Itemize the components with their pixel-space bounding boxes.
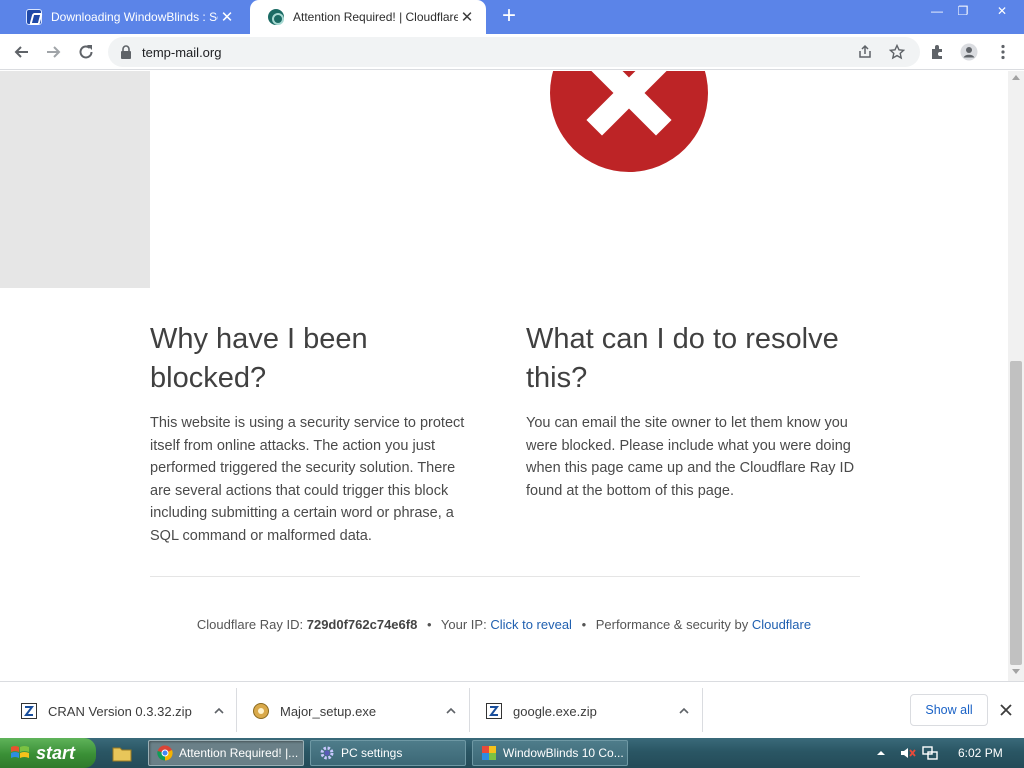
zip-file-icon — [486, 703, 502, 719]
footer-separator: • — [581, 617, 587, 632]
back-button[interactable] — [9, 39, 35, 65]
why-blocked-heading: Why have I been blocked? — [150, 323, 368, 394]
resolve-heading: What can I do to resolve this? — [526, 323, 839, 394]
vertical-scrollbar[interactable] — [1008, 71, 1024, 681]
stardock-favicon-icon — [26, 9, 42, 25]
chevron-up-icon[interactable] — [212, 704, 226, 718]
taskbar-item-pc-settings[interactable]: PC settings — [310, 740, 466, 766]
tab-title: Downloading WindowBlinds : Sc — [51, 10, 218, 24]
close-shelf-icon[interactable] — [996, 700, 1016, 720]
profile-icon[interactable] — [960, 43, 978, 61]
close-window-button[interactable]: ✕ — [980, 0, 1024, 22]
url-text[interactable]: temp-mail.org — [142, 45, 221, 60]
restore-window-button[interactable]: ❐ — [946, 0, 980, 22]
tab-close-icon[interactable]: ✕ — [458, 8, 476, 26]
download-item[interactable]: CRAN Version 0.3.32.zip — [20, 690, 226, 732]
task-label: PC settings — [341, 746, 403, 760]
reload-button[interactable] — [73, 39, 99, 65]
zip-file-icon — [21, 703, 37, 719]
taskbar-item-chrome[interactable]: Attention Required! |... — [148, 740, 304, 766]
forward-icon — [47, 46, 61, 58]
extensions-icon[interactable] — [929, 43, 947, 61]
download-separator — [702, 688, 703, 732]
screenshot-placeholder — [0, 71, 150, 288]
tab-close-icon[interactable]: ✕ — [218, 8, 236, 26]
setup-installer-icon — [253, 703, 269, 719]
scroll-thumb[interactable] — [1010, 361, 1022, 665]
ray-id-value: 729d0f762c74e6f8 — [306, 617, 418, 632]
cloudflare-favicon-icon — [268, 9, 284, 25]
chevron-up-icon[interactable] — [677, 704, 691, 718]
download-item[interactable]: google.exe.zip — [485, 690, 691, 732]
your-ip-label: Your IP: — [440, 617, 487, 632]
tab-strip: Downloading WindowBlinds : Sc ✕ Attentio… — [0, 0, 1024, 34]
scroll-up-arrow-icon[interactable] — [1012, 75, 1020, 80]
download-filename: google.exe.zip — [513, 703, 597, 719]
show-all-button[interactable]: Show all — [910, 694, 988, 726]
download-separator — [236, 688, 237, 732]
why-blocked-text: This website is using a security service… — [150, 415, 465, 544]
tab-attention-required[interactable]: Attention Required! | Cloudflare ✕ — [250, 0, 486, 34]
start-button[interactable]: start — [0, 738, 96, 768]
network-icon[interactable] — [922, 745, 938, 761]
download-filename: CRAN Version 0.3.32.zip — [48, 703, 192, 719]
performance-label: Performance & security by — [595, 617, 749, 632]
taskbar-item-windowblinds[interactable]: WindowBlinds 10 Co... — [472, 740, 628, 766]
tab-title: Attention Required! | Cloudflare — [293, 10, 458, 24]
menu-icon[interactable] — [994, 43, 1012, 61]
volume-muted-icon[interactable] — [900, 745, 916, 761]
lock-icon[interactable] — [120, 45, 132, 59]
ray-id-label: Cloudflare Ray ID: — [196, 617, 304, 632]
browser-toolbar: temp-mail.org — [0, 34, 1024, 70]
clock[interactable]: 6:02 PM — [958, 746, 1003, 760]
reveal-ip-link[interactable]: Click to reveal — [490, 617, 572, 632]
scroll-down-arrow-icon[interactable] — [1012, 669, 1020, 674]
share-icon[interactable] — [857, 44, 873, 60]
task-label: Attention Required! |... — [179, 746, 299, 760]
forward-button[interactable] — [40, 39, 66, 65]
show-hidden-icons-icon[interactable] — [876, 748, 886, 758]
task-label: WindowBlinds 10 Co... — [503, 746, 624, 760]
download-item[interactable]: Major_setup.exe — [252, 690, 458, 732]
page-content: Why have I been blocked? This website is… — [0, 71, 1008, 681]
file-explorer-icon[interactable] — [112, 744, 132, 762]
address-bar[interactable]: temp-mail.org — [108, 37, 920, 67]
reload-icon — [79, 45, 93, 59]
resolve-text: You can email the site owner to let them… — [526, 415, 855, 499]
divider — [150, 576, 860, 577]
footer-separator: • — [426, 617, 432, 632]
error-x-icon — [550, 71, 708, 172]
cloudflare-footer: Cloudflare Ray ID: 729d0f762c74e6f8 • Yo… — [0, 617, 1008, 632]
download-separator — [469, 688, 470, 732]
windows-logo-icon — [11, 746, 29, 758]
back-icon — [14, 46, 28, 58]
tab-downloading-windowblinds[interactable]: Downloading WindowBlinds : Sc ✕ — [8, 0, 246, 34]
download-filename: Major_setup.exe — [280, 703, 377, 719]
start-label: start — [36, 742, 76, 763]
chrome-icon — [157, 745, 173, 761]
new-tab-button[interactable]: + — [496, 4, 522, 30]
star-icon[interactable] — [889, 44, 905, 60]
download-shelf: CRAN Version 0.3.32.zip Major_setup.exe … — [0, 681, 1024, 738]
windows-taskbar: start Attention Required! |... PC settin… — [0, 738, 1024, 768]
chevron-up-icon[interactable] — [444, 704, 458, 718]
cloudflare-link[interactable]: Cloudflare — [752, 617, 811, 632]
gear-icon — [320, 746, 334, 760]
windowblinds-icon — [482, 746, 496, 760]
